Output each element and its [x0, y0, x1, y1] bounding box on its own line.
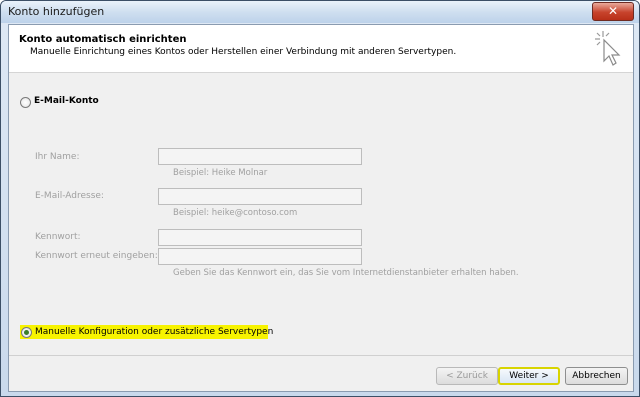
header-title: Konto automatisch einrichten [19, 34, 187, 45]
title-bar: Konto hinzufügen ✕ [1, 1, 639, 23]
password-repeat-input[interactable] [158, 248, 362, 265]
email-input[interactable] [158, 188, 362, 205]
name-input[interactable] [158, 148, 362, 165]
password-label: Kennwort: [35, 232, 81, 242]
cancel-button[interactable]: Abbrechen [565, 367, 628, 385]
next-button[interactable]: Weiter > [498, 367, 560, 385]
password-hint: Geben Sie das Kennwort ein, das Sie vom … [173, 268, 519, 278]
manual-config-label: Manuelle Konfiguration oder zusätzliche … [35, 327, 274, 337]
cursor-sparkle-icon [595, 31, 621, 66]
close-button[interactable]: ✕ [592, 2, 634, 21]
header-subtitle: Manuelle Einrichtung eines Kontos oder H… [30, 47, 457, 57]
manual-config-radio[interactable] [21, 327, 32, 338]
email-account-radio[interactable] [20, 97, 31, 108]
wizard-header: Konto automatisch einrichten Manuelle Ei… [9, 25, 633, 73]
email-hint: Beispiel: heike@contoso.com [173, 208, 298, 218]
password-repeat-label: Kennwort erneut eingeben: [35, 251, 158, 261]
name-hint: Beispiel: Heike Molnar [173, 168, 268, 178]
window-title: Konto hinzufügen [8, 5, 105, 18]
dialog-content: Konto automatisch einrichten Manuelle Ei… [8, 24, 634, 392]
password-input[interactable] [158, 229, 362, 246]
add-account-dialog: Konto hinzufügen ✕ Konto automatisch ein… [0, 0, 640, 397]
close-icon: ✕ [607, 4, 619, 18]
email-label: E-Mail-Adresse: [35, 191, 104, 201]
footer-divider [9, 355, 633, 356]
name-label: Ihr Name: [35, 152, 80, 162]
back-button[interactable]: < Zurück [436, 367, 498, 385]
email-account-label: E-Mail-Konto [34, 96, 99, 106]
